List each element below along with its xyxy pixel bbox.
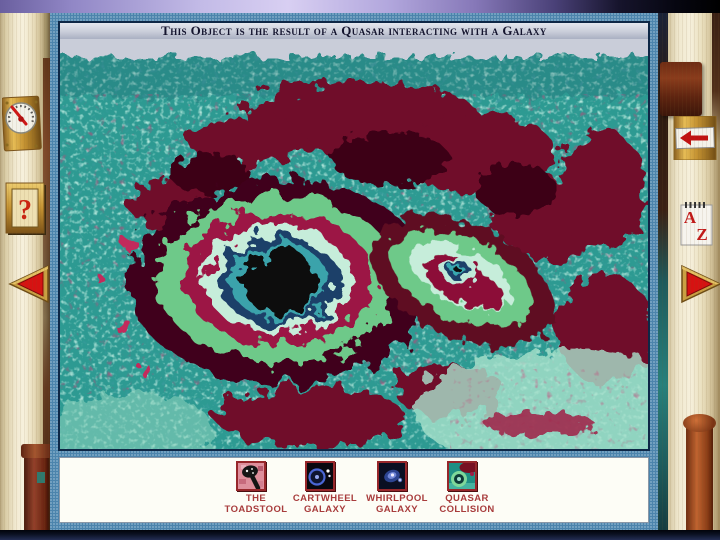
svg-text:?: ? xyxy=(18,195,32,226)
arrow-left-icon xyxy=(8,264,49,304)
thumbnail-strip: THE TOADSTOOL CARTWHEEL GALAXY WHIRLPOOL GA… xyxy=(59,457,649,523)
az-index-button[interactable]: A Z xyxy=(680,201,714,247)
svg-text:A: A xyxy=(684,208,697,227)
left-wood-rail: ? xyxy=(0,13,52,530)
quasar-collision-thumbnail-icon xyxy=(449,463,475,489)
caption-bar: This Object is the result of a Quasar in… xyxy=(60,23,648,39)
help-button[interactable]: ? xyxy=(5,182,47,236)
thumbnail-cartwheel-galaxy[interactable] xyxy=(305,461,335,491)
thumbnail-whirlpool-galaxy[interactable] xyxy=(377,461,407,491)
az-index-icon: A Z xyxy=(680,202,713,246)
top-gradient-bar xyxy=(0,0,720,13)
gauge-button[interactable] xyxy=(1,94,42,152)
image-viewport: This Object is the result of a Quasar in… xyxy=(58,21,650,451)
content-frame: This Object is the result of a Quasar in… xyxy=(50,13,658,530)
previous-page-button[interactable] xyxy=(6,263,50,305)
whirlpool-galaxy-thumbnail-icon xyxy=(379,463,405,489)
arrow-right-icon xyxy=(681,264,720,304)
gauge-icon xyxy=(1,95,42,152)
thumbnail-quasar-collision[interactable] xyxy=(447,461,477,491)
right-rail-bottom-post xyxy=(683,414,716,530)
wood-beam xyxy=(660,62,702,116)
thumbnail-the-toadstool[interactable] xyxy=(236,461,266,491)
left-rail-bottom-post xyxy=(21,444,52,530)
cartwheel-galaxy-thumbnail-icon xyxy=(307,463,333,489)
question-mark-icon: ? xyxy=(5,182,46,235)
app-window: ? A Z This Object is the result of a Qua… xyxy=(0,0,720,540)
thumbnail-label-quasar-collision: QUASAR COLLISION xyxy=(439,493,495,515)
return-arrow-icon xyxy=(673,115,717,161)
return-button[interactable] xyxy=(672,115,718,161)
toadstool-thumbnail-icon xyxy=(238,463,264,489)
quasar-collision-image xyxy=(60,39,648,449)
right-wood-rail: A Z xyxy=(658,13,720,530)
bottom-navy-bar xyxy=(0,530,720,540)
next-page-button[interactable] xyxy=(680,263,720,305)
svg-text:Z: Z xyxy=(696,225,707,244)
